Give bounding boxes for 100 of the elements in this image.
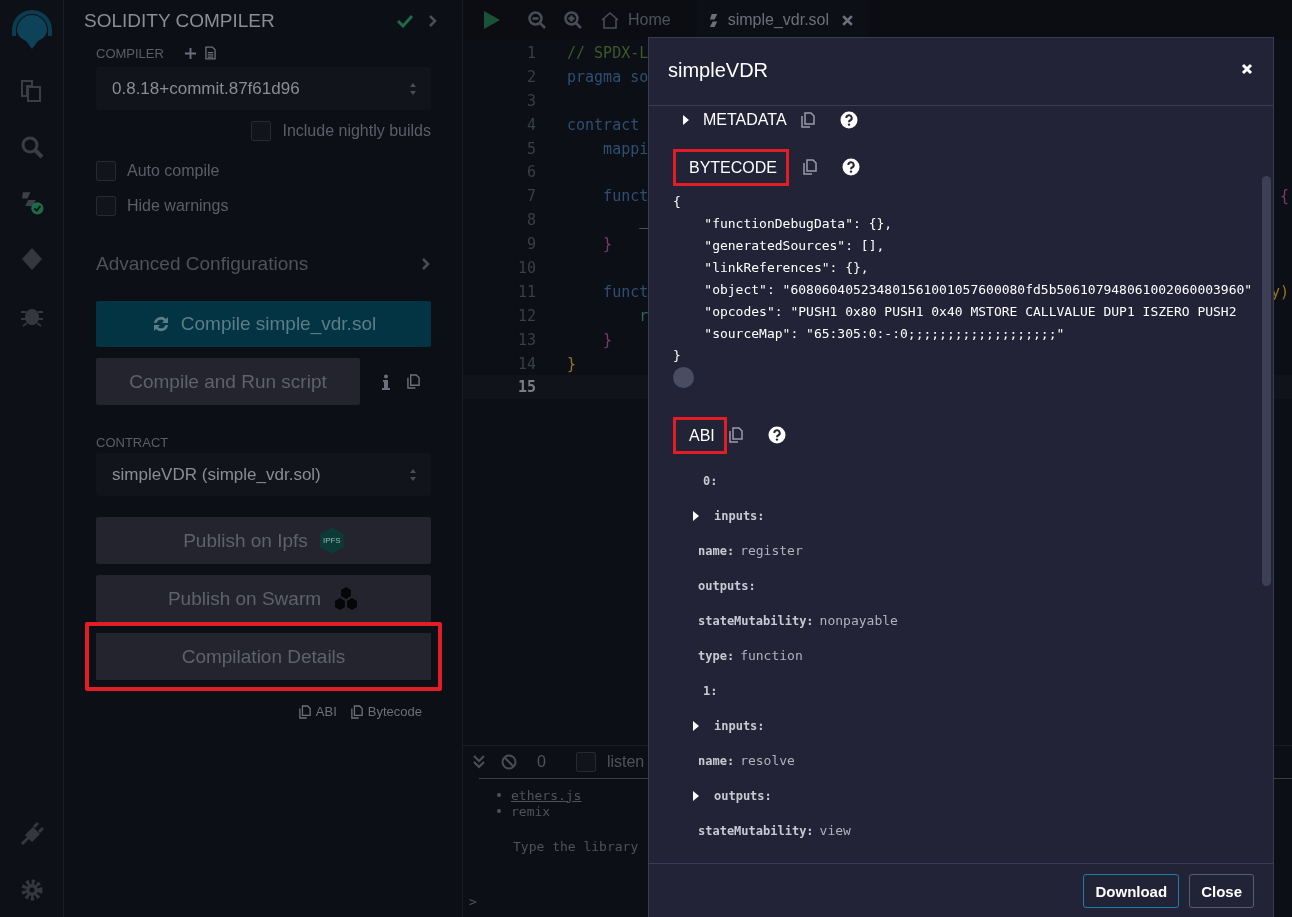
abi-key: inputs: [714,718,765,733]
library-link[interactable]: ethers.js [511,787,582,803]
abi-key: 0: [703,473,718,488]
circle-icon [673,367,694,388]
section-heading[interactable]: ABI [673,416,727,454]
json-line: } [673,347,682,365]
console-hint: Type the library [513,839,639,854]
counter: 0 [537,753,546,771]
code-text: _ [638,211,649,230]
checkbox-label: Auto compile [127,162,220,180]
section-heading[interactable]: BYTECODE [673,148,789,186]
publish-button[interactable]: Publish on Swarm [96,575,431,622]
compiler-select[interactable]: 0.8.18+commit.87f61d96 [96,67,431,110]
chevron-right-icon[interactable] [428,14,438,28]
caret-right-icon[interactable] [683,115,689,125]
solidity-file-icon [708,12,720,28]
abi-key: name: [698,543,735,558]
play-icon[interactable] [483,10,501,30]
close-button[interactable]: Close [1189,874,1254,908]
checkbox-label: Include nightly builds [282,122,431,140]
abi-value: nonpayable [819,613,898,628]
caret-right-icon[interactable] [693,510,699,521]
json-line: "sourceMap": "65:305:0:-:0;;;;;;;;;;;;;;;;;;;" [703,325,1066,343]
line-number: 15 [516,378,536,397]
abi-key: stateMutability: [698,823,814,838]
code-text: // SPDX-L [567,43,649,62]
help-icon[interactable] [842,158,860,176]
section-heading[interactable]: METADATA [703,111,787,129]
scrollbar-thumb[interactable] [1262,176,1271,586]
zoom-out-icon[interactable] [528,11,546,29]
code-text: contract [567,115,640,134]
ipfs-badge: IPFS [319,527,344,554]
abi-key: outputs: [714,788,772,803]
plus-icon[interactable] [183,46,197,60]
copy-icon[interactable] [728,427,743,443]
copy-abi-link[interactable]: ABI [298,704,337,719]
copy-icon [298,704,311,719]
checkbox[interactable] [96,196,116,216]
copy-icon[interactable] [407,374,420,389]
hexagons-icon [333,585,360,612]
abi-key: name: [698,753,735,768]
abi-value: register [740,543,803,558]
checkbox[interactable] [96,161,116,181]
checkbox[interactable] [251,121,272,141]
abi-key: 1: [703,683,718,698]
code-text: } [602,235,613,254]
copy-bytecode-link[interactable]: Bytecode [350,704,422,719]
code-text: { [1279,187,1289,206]
double-chevron-icon[interactable] [473,755,485,769]
abi-key: type: [698,648,735,663]
caret-right-icon[interactable] [693,790,699,801]
run-script-button[interactable]: Compile and Run script [96,358,360,405]
chevron-right-icon[interactable] [421,257,431,271]
info-icon[interactable] [382,373,390,390]
json-line: "opcodes": "PUSH1 0x80 PUSH1 0x40 MSTORE CALLVALUE DUP1 ISZERO PUSH2 [703,303,1238,321]
copy-icon[interactable] [800,112,815,128]
advanced-configurations-toggle[interactable]: Advanced Configurations [96,253,309,275]
code-text: funct [602,187,649,206]
compiler-label: COMPILER [96,45,164,61]
editor-tab[interactable]: Home [600,0,685,40]
zoom-in-icon[interactable] [564,11,582,29]
code-text: pragma so [567,67,649,86]
download-button[interactable]: Download [1083,874,1180,908]
checkbox-label: listen [606,753,645,771]
copy-icon[interactable] [803,159,817,175]
json-line: "linkReferences": {}, [703,259,870,277]
library-name: remix [511,803,551,819]
json-line: { [673,193,682,211]
compilation-details-button[interactable]: Compilation Details [85,622,442,691]
contract-label: CONTRACT [96,435,170,450]
abi-value: resolve [740,753,795,768]
json-line: "object": "608060405234801561001057600080fd5b506107948061002060003960" [703,281,1254,299]
abi-value: view [819,823,851,838]
checkbox[interactable] [575,752,596,772]
abi-key: inputs: [714,508,765,523]
document-icon[interactable] [204,46,216,60]
publish-button[interactable]: Publish on Ipfs IPFS [96,517,431,564]
code-text: } [567,354,577,373]
dialog-title: simpleVDR [668,59,769,82]
compile-button[interactable]: Compile simple_vdr.sol [96,301,431,347]
help-icon[interactable] [767,426,786,444]
abi-value: function [740,648,803,663]
code-text: mappi [602,139,649,158]
ban-icon[interactable] [501,754,517,770]
copy-icon [350,704,363,719]
check-icon [396,14,414,28]
code-text: r [638,306,649,325]
abi-key: stateMutability: [698,613,814,628]
code-text: } [602,330,613,349]
caret-right-icon[interactable] [693,720,699,731]
panel-title: SOLIDITY COMPILER [84,10,276,32]
abi-key: outputs: [698,578,756,593]
up-down-arrows-icon [409,81,417,96]
json-line: "functionDebugData": {}, [703,215,894,233]
json-line: "generatedSources": [], [703,237,886,255]
help-icon[interactable] [839,111,858,129]
code-text: funct [602,282,649,301]
plug-icon[interactable] [18,821,45,847]
contract-select[interactable]: simpleVDR (simple_vdr.sol) [96,453,431,496]
home-icon [600,11,620,29]
